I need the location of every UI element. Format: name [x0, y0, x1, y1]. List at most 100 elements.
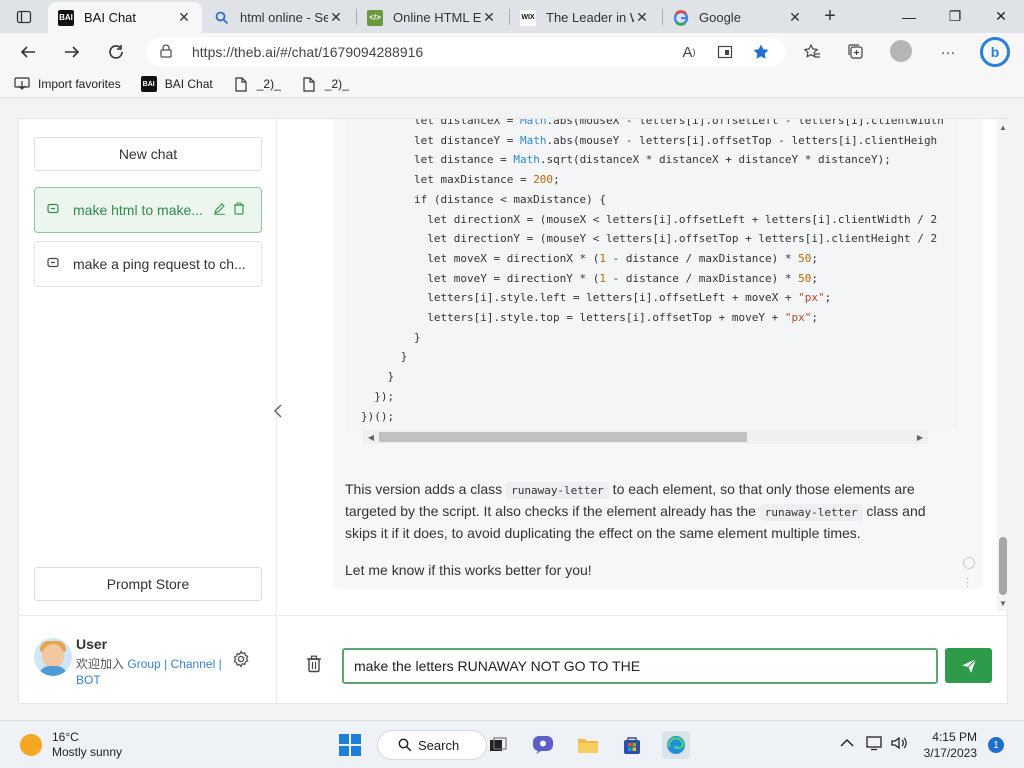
- volume-icon[interactable]: [890, 735, 908, 754]
- close-tab-icon[interactable]: ✕: [328, 9, 344, 26]
- profile-avatar[interactable]: [890, 40, 912, 62]
- channel-link[interactable]: Channel: [171, 657, 216, 671]
- collections-icon[interactable]: [842, 38, 870, 66]
- maximize-button[interactable]: ❐: [932, 0, 978, 33]
- scroll-right-arrow-icon[interactable]: ▶: [914, 430, 926, 444]
- new-chat-button[interactable]: New chat: [34, 137, 262, 171]
- favorites-icon[interactable]: [798, 38, 826, 66]
- browser-tab-bar: BAI BAI Chat ✕ html online - Sea ✕ </> O…: [0, 0, 1024, 33]
- app-available-icon[interactable]: [711, 38, 739, 66]
- address-toolbar: https://theb.ai/#/chat/1679094288916 A) …: [0, 33, 1024, 71]
- favorite-bai-chat[interactable]: BAI BAI Chat: [140, 76, 213, 92]
- tab-wix[interactable]: WIX The Leader in W ✕: [510, 2, 660, 33]
- favorite-label: BAI Chat: [164, 77, 213, 91]
- network-icon[interactable]: [866, 735, 884, 754]
- tab-actions-button[interactable]: [0, 0, 48, 33]
- file-explorer-icon[interactable]: [574, 731, 602, 759]
- code-line: let directionY = (mouseY < letters[i].of…: [361, 232, 938, 246]
- chat-item-title: make a ping request to ch...: [73, 256, 246, 272]
- close-tab-icon[interactable]: ✕: [176, 9, 192, 26]
- notification-badge[interactable]: 1: [988, 737, 1004, 753]
- tab-title: The Leader in W: [546, 10, 634, 25]
- tab-online-html-editor[interactable]: </> Online HTML Edi ✕: [357, 2, 507, 33]
- delete-icon[interactable]: [229, 202, 249, 218]
- send-button[interactable]: [945, 648, 992, 683]
- favorite-page-2[interactable]: _2)_: [301, 76, 349, 92]
- edit-icon[interactable]: [209, 202, 229, 218]
- favorite-label: Import favorites: [38, 77, 121, 91]
- scroll-up-arrow-icon[interactable]: ▲: [997, 121, 1009, 133]
- close-tab-icon[interactable]: ✕: [481, 9, 497, 26]
- avatar: [34, 638, 72, 676]
- tab-bai-chat[interactable]: BAI BAI Chat ✕: [48, 2, 202, 33]
- favorite-label: _2)_: [324, 77, 349, 91]
- bai-icon: BAI: [140, 76, 157, 92]
- search-icon: [398, 738, 412, 752]
- scroll-down-arrow-icon[interactable]: ▼: [997, 597, 1009, 609]
- weather-widget[interactable]: 16°C Mostly sunny: [20, 730, 122, 760]
- refresh-icon: [109, 45, 123, 59]
- chat-app-icon[interactable]: [529, 731, 557, 759]
- close-window-button[interactable]: ✕: [978, 0, 1024, 33]
- bot-link[interactable]: BOT: [76, 673, 101, 687]
- code-line: let moveX = directionX * (1 - distance /…: [361, 251, 818, 265]
- forward-arrow-icon: [65, 46, 80, 58]
- favorite-star-icon[interactable]: [747, 38, 775, 66]
- message-menu-icon[interactable]: · · ·: [966, 574, 969, 592]
- search-icon: [214, 10, 230, 26]
- page-viewport: New chat make html to make... make a pin…: [0, 98, 1024, 720]
- code-horizontal-scrollbar[interactable]: ◀ ▶: [363, 430, 928, 444]
- close-tab-icon[interactable]: ✕: [634, 9, 650, 26]
- url-text: https://theb.ai/#/chat/1679094288916: [192, 44, 424, 60]
- forward-button[interactable]: [56, 36, 88, 68]
- edge-browser-icon[interactable]: [662, 731, 690, 759]
- page-icon: [301, 76, 317, 92]
- code-text: let distanceX = Math.abs(mouseX - letter…: [361, 119, 944, 426]
- scrollbar-thumb[interactable]: [999, 537, 1007, 595]
- settings-gear-icon[interactable]: [231, 649, 251, 669]
- read-aloud-icon[interactable]: A): [675, 38, 703, 66]
- minimize-button[interactable]: —: [886, 0, 932, 33]
- chat-input[interactable]: [342, 648, 938, 684]
- close-tab-icon[interactable]: ✕: [787, 9, 803, 26]
- chat-item-active[interactable]: make html to make...: [34, 187, 262, 233]
- sun-icon: [20, 734, 42, 756]
- text-run: This version adds a class: [345, 481, 507, 497]
- tab-title: Google: [699, 10, 741, 25]
- sidebar: New chat make html to make... make a pin…: [19, 119, 277, 705]
- start-button[interactable]: [336, 731, 364, 759]
- show-hidden-icons-chevron-icon[interactable]: [840, 735, 854, 751]
- favorite-label: _2)_: [256, 77, 281, 91]
- group-link[interactable]: Group: [127, 657, 160, 671]
- prompt-store-button[interactable]: Prompt Store: [34, 567, 262, 601]
- tab-html-online-search[interactable]: html online - Sea ✕: [204, 2, 354, 33]
- message-text: This version adds a class runaway-letter…: [345, 479, 945, 589]
- clear-chat-trash-icon[interactable]: [304, 654, 324, 674]
- favorite-import[interactable]: Import favorites: [14, 76, 121, 92]
- scroll-left-arrow-icon[interactable]: ◀: [365, 430, 377, 444]
- taskbar-clock[interactable]: 4:15 PM 3/17/2023: [915, 729, 977, 761]
- bing-chat-icon[interactable]: b: [980, 37, 1010, 67]
- chat-item[interactable]: make a ping request to ch...: [34, 241, 262, 287]
- microsoft-store-icon[interactable]: [618, 731, 646, 759]
- code-editor-icon: </>: [367, 9, 383, 26]
- tab-title: Online HTML Edi: [393, 10, 481, 25]
- task-view-icon[interactable]: [484, 731, 512, 759]
- more-menu-icon[interactable]: ···: [934, 38, 962, 66]
- taskbar-search[interactable]: Search: [377, 730, 487, 760]
- import-icon: [14, 76, 30, 92]
- favorite-page-1[interactable]: _2)_: [233, 76, 281, 92]
- back-button[interactable]: [12, 36, 44, 68]
- code-line: });: [361, 389, 395, 403]
- code-line: })();: [361, 409, 395, 423]
- tab-title: BAI Chat: [84, 10, 137, 25]
- page-vertical-scrollbar[interactable]: ▲ ▼: [997, 119, 1009, 611]
- message-paragraph: This version adds a class runaway-letter…: [345, 479, 945, 544]
- tab-google[interactable]: Google ✕: [663, 2, 813, 33]
- user-name: User: [76, 636, 108, 652]
- refresh-button[interactable]: [100, 36, 132, 68]
- back-arrow-icon: [20, 46, 35, 58]
- message-paragraph: Let me know if this works better for you…: [345, 562, 592, 578]
- scrollbar-thumb[interactable]: [379, 432, 747, 442]
- new-tab-button[interactable]: +: [814, 0, 846, 33]
